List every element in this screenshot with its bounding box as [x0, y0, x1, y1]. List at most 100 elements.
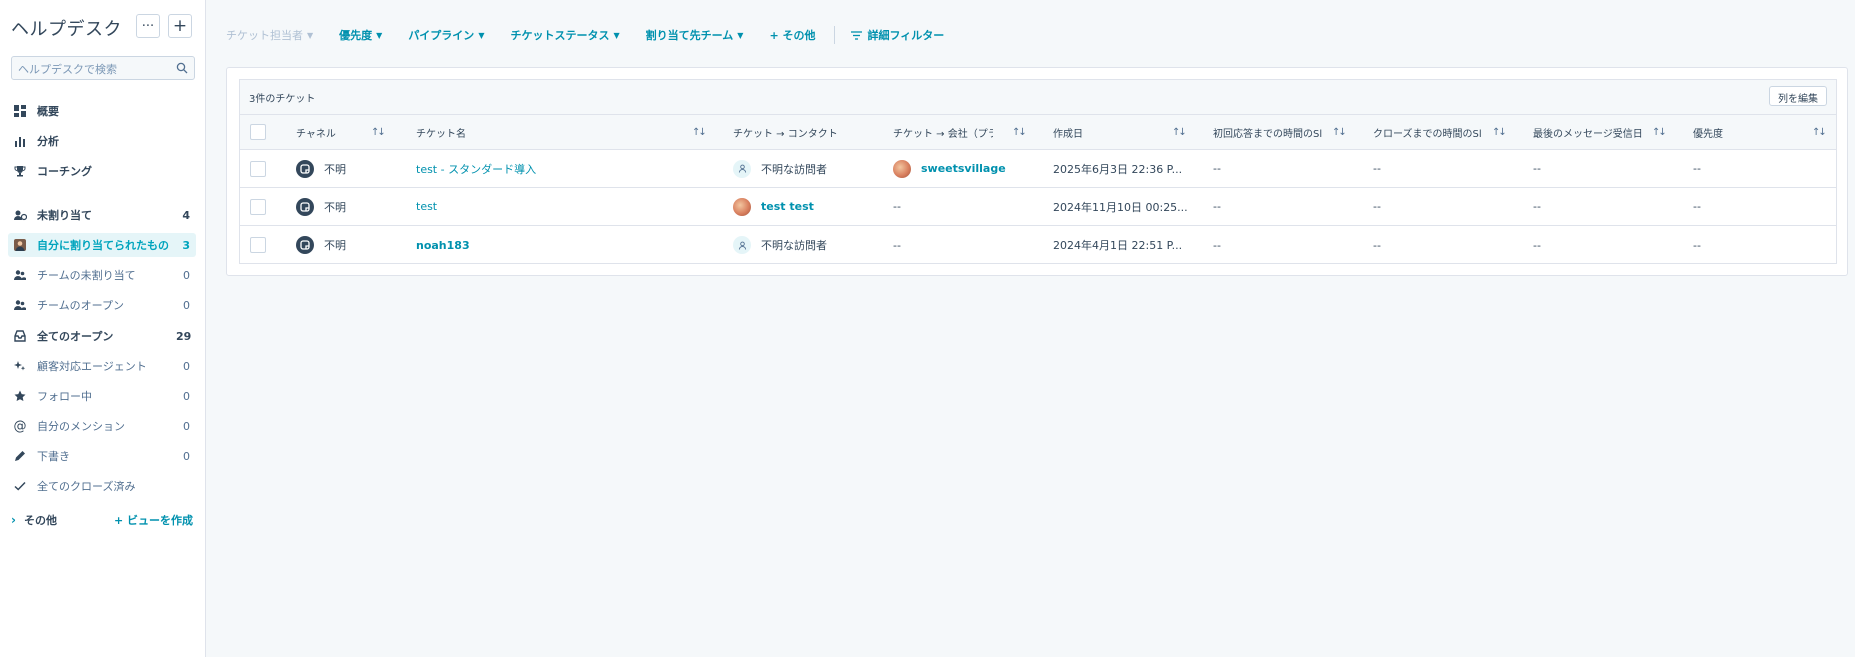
table-header-row: チャネル ↑↓ チケット名 ↑↓ チケット → コンタクト チケット → 会社（… [240, 115, 1836, 150]
sidebar-item-coaching[interactable]: コーチング [8, 159, 196, 183]
last-message-date: -- [1533, 200, 1541, 213]
sidebar-item-label: 未割り当て [37, 209, 92, 222]
first-response-time: -- [1213, 200, 1221, 213]
sort-icon[interactable]: ↑↓ [1812, 127, 1827, 138]
select-all-checkbox[interactable] [250, 124, 266, 140]
bar-chart-icon [13, 134, 27, 148]
last-message-date: -- [1533, 238, 1541, 252]
filter-more-button[interactable]: + その他 [769, 27, 815, 43]
table-row[interactable]: 不明 noah183 不明な訪問者 -- 2024年4月1日 22:51 P..… [240, 226, 1836, 264]
column-header-close-time[interactable]: クローズまでの時間のSl [1373, 115, 1487, 149]
sidebar-item-analytics[interactable]: 分析 [8, 129, 196, 153]
contact-cell: test test [733, 188, 814, 225]
add-view-button[interactable]: + [168, 14, 192, 38]
sidebar-item-following[interactable]: フォロー中 0 [8, 384, 196, 408]
star-icon [13, 389, 27, 403]
sidebar-item-customer-agent[interactable]: 顧客対応エージェント 0 [8, 354, 196, 378]
select-all-checkbox-cell [250, 115, 266, 149]
sidebar-item-label: 概要 [37, 105, 59, 118]
channel-cell: 不明 [296, 150, 346, 187]
contact-link[interactable]: test test [761, 200, 814, 213]
sidebar-item-unassigned[interactable]: 未割り当て 4 [8, 203, 196, 227]
ticket-name-link[interactable]: test [416, 188, 437, 225]
sidebar-item-count: 0 [183, 359, 190, 373]
sparkle-icon [13, 359, 27, 373]
column-header-priority[interactable]: 優先度 [1693, 115, 1723, 149]
caret-down-icon: ▼ [307, 30, 314, 40]
sidebar-title: ヘルプデスク [11, 19, 122, 40]
sort-icon[interactable]: ↑↓ [1492, 127, 1507, 138]
sidebar-item-all-open[interactable]: 全てのオープン 29 [8, 324, 196, 348]
sidebar-item-count: 0 [183, 449, 190, 463]
channel-label: 不明 [324, 162, 346, 176]
sidebar-item-all-closed[interactable]: 全てのクローズ済み [8, 474, 196, 498]
create-view-button[interactable]: + ビューを作成 [114, 512, 193, 528]
filter-label: チケットステータス [510, 29, 610, 42]
filter-lines-icon [850, 30, 862, 40]
sidebar-item-drafts[interactable]: 下書き 0 [8, 444, 196, 468]
sidebar-item-label: フォロー中 [37, 390, 92, 403]
ticket-count: 3件のチケット [249, 94, 316, 105]
sort-icon[interactable]: ↑↓ [1172, 127, 1187, 138]
filter-label: 優先度 [339, 29, 373, 42]
filter-assigned-team[interactable]: 割り当て先チーム ▼ [646, 27, 744, 43]
column-header-company[interactable]: チケット → 会社（プラ· [893, 115, 993, 149]
sidebar-item-overview[interactable]: 概要 [8, 99, 196, 123]
row-checkbox[interactable] [250, 198, 266, 215]
filter-ticket-owner[interactable]: チケット担当者 ▼ [226, 27, 313, 43]
contact-avatar [733, 197, 751, 216]
sidebar-item-team-unassigned[interactable]: チームの未割り当て 0 [8, 263, 196, 287]
contact-cell: 不明な訪問者 [733, 226, 827, 264]
channel-cell: 不明 [296, 226, 346, 264]
table-row[interactable]: 不明 test - スタンダード導入 不明な訪問者 sweetsvillage … [240, 150, 1836, 188]
last-message-date: -- [1533, 162, 1541, 175]
company-cell: -- [893, 238, 901, 252]
sidebar-item-label: 自分のメンション [37, 420, 125, 433]
row-checkbox[interactable] [250, 237, 266, 253]
tickets-card: 3件のチケット 列を編集 チャネル ↑↓ チケット名 ↑↓ チケット → コンタ… [226, 67, 1848, 276]
caret-down-icon: ▼ [478, 30, 485, 40]
company-link[interactable]: sweetsvillage [921, 162, 1006, 175]
column-header-created[interactable]: 作成日 [1053, 115, 1083, 149]
team-icon [13, 298, 27, 312]
sidebar: ヘルプデスク ··· + ヘルプデスクで検索 概要 分析 コーチング 未割り当て… [0, 0, 206, 657]
sort-icon[interactable]: ↑↓ [1652, 127, 1667, 138]
more-options-button[interactable]: ··· [136, 14, 160, 38]
sort-icon[interactable]: ↑↓ [1012, 127, 1027, 138]
row-checkbox-cell [250, 188, 266, 225]
column-header-ticket-name[interactable]: チケット名 [416, 115, 466, 149]
sidebar-more-toggle[interactable]: › その他 [11, 512, 57, 528]
tickets-table: 3件のチケット 列を編集 チャネル ↑↓ チケット名 ↑↓ チケット → コンタ… [239, 79, 1837, 264]
sidebar-item-mentions[interactable]: @ 自分のメンション 0 [8, 414, 196, 438]
table-row[interactable]: 不明 test test test -- 2024年11月10日 00:25..… [240, 188, 1836, 226]
column-header-first-response[interactable]: 初回応答までの時間のSl [1213, 115, 1327, 149]
ticket-name-link[interactable]: noah183 [416, 226, 470, 264]
column-header-contact[interactable]: チケット → コンタクト [733, 115, 838, 149]
filter-priority[interactable]: 優先度 ▼ [339, 27, 382, 43]
row-checkbox[interactable] [250, 160, 266, 177]
sort-icon[interactable]: ↑↓ [371, 127, 386, 138]
sidebar-item-count: 4 [182, 208, 190, 222]
edit-columns-button[interactable]: 列を編集 [1769, 86, 1827, 106]
ticket-name-link[interactable]: test - スタンダード導入 [416, 150, 536, 187]
sidebar-item-team-open[interactable]: チームのオープン 0 [8, 293, 196, 317]
contact-name: 不明な訪問者 [761, 239, 827, 252]
column-header-last-message[interactable]: 最後のメッセージ受信日 [1533, 115, 1653, 149]
filter-ticket-status[interactable]: チケットステータス ▼ [510, 27, 619, 43]
channel-label: 不明 [324, 239, 346, 252]
sort-icon[interactable]: ↑↓ [1332, 127, 1347, 138]
filter-label: パイプライン [408, 29, 475, 42]
advanced-filters-button[interactable]: 詳細フィルター [850, 27, 944, 43]
sort-icon[interactable]: ↑↓ [692, 127, 707, 138]
sidebar-item-label: 顧客対応エージェント [37, 360, 147, 373]
sidebar-item-count: 29 [176, 329, 192, 343]
column-header-channel[interactable]: チャネル [296, 115, 336, 149]
chevron-right-icon: › [11, 513, 16, 527]
filter-pipeline[interactable]: パイプライン ▼ [408, 27, 484, 43]
caret-down-icon: ▼ [737, 30, 744, 40]
sidebar-item-assigned-to-me[interactable]: 自分に割り当てられたもの 3 [8, 233, 196, 257]
search-input[interactable]: ヘルプデスクで検索 [11, 56, 195, 80]
company-cell: sweetsvillage [893, 150, 1006, 187]
chat-channel-icon [296, 159, 314, 178]
channel-cell: 不明 [296, 188, 346, 225]
